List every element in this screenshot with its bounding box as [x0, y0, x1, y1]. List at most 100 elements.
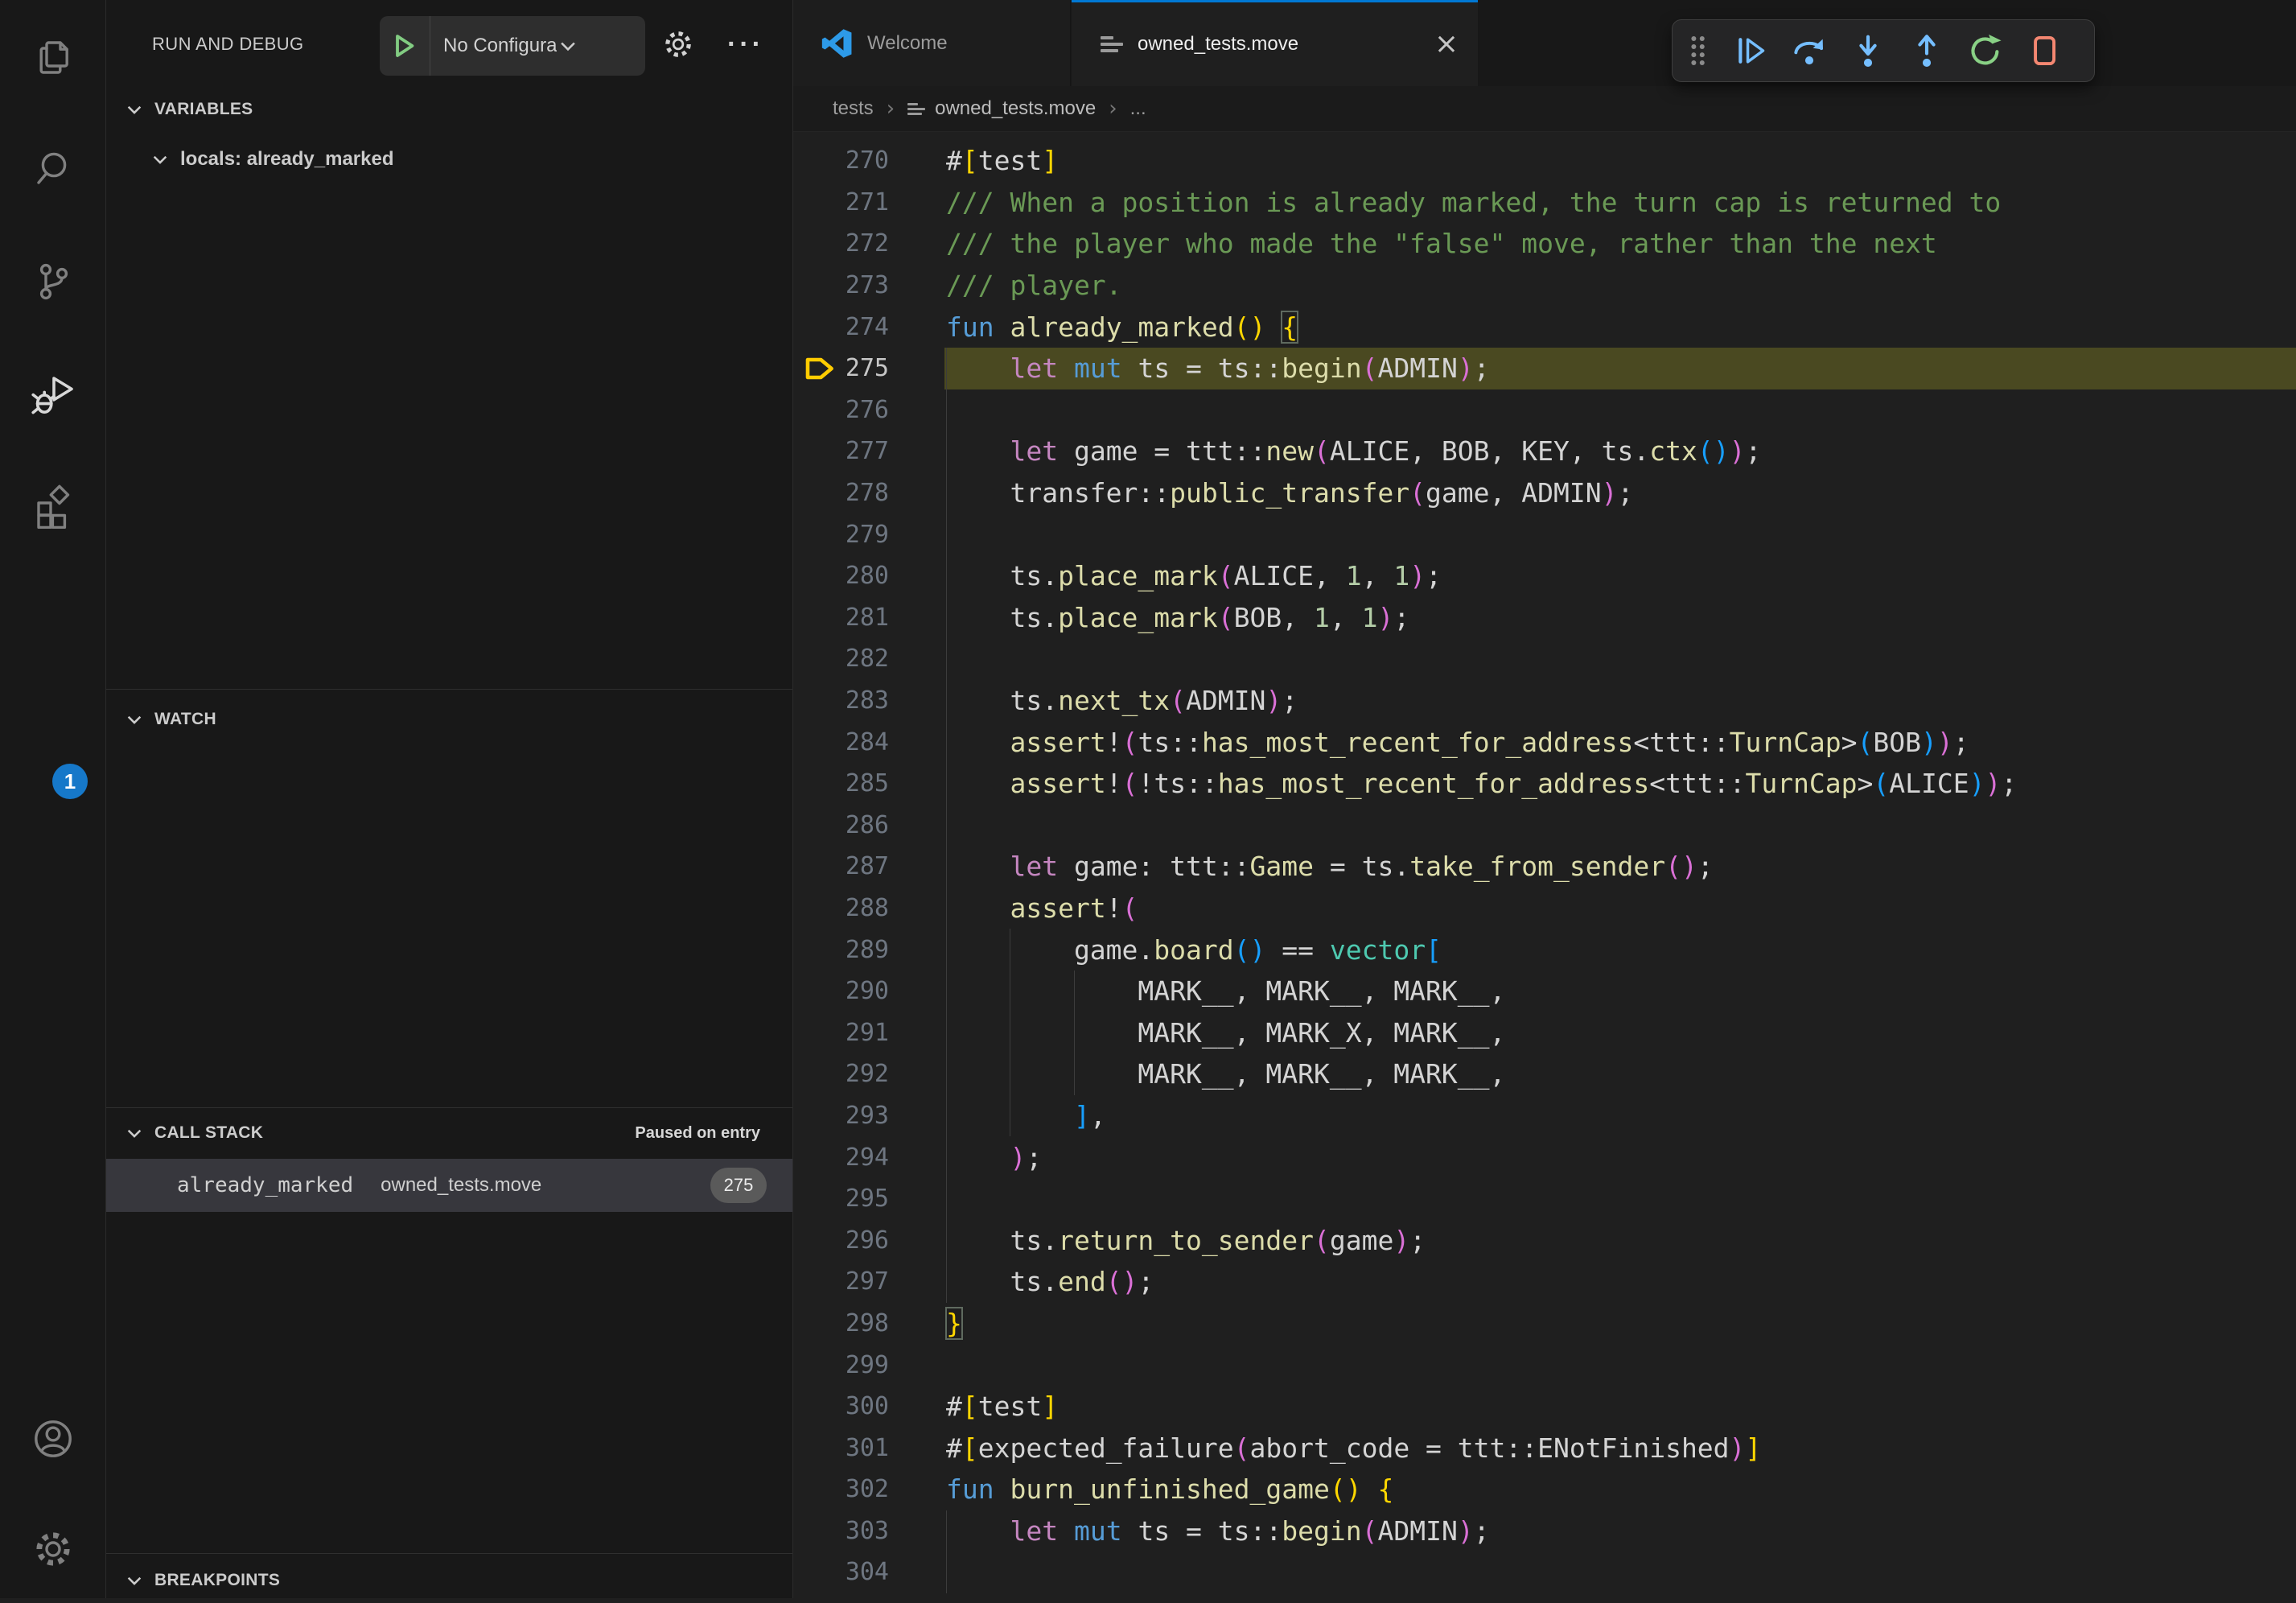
- line-number[interactable]: 276: [793, 389, 889, 431]
- code-line[interactable]: 276: [793, 389, 2296, 431]
- activity-search[interactable]: [0, 146, 105, 192]
- code-line[interactable]: 271/// When a position is already marked…: [793, 182, 2296, 224]
- code-line[interactable]: 290 MARK__, MARK__, MARK__,: [793, 970, 2296, 1012]
- call-stack-frame[interactable]: already_marked owned_tests.move 275: [106, 1159, 792, 1212]
- code-line[interactable]: 286: [793, 805, 2296, 847]
- line-number[interactable]: 270: [793, 140, 889, 182]
- line-number[interactable]: 300: [793, 1386, 889, 1428]
- code-line[interactable]: 282: [793, 638, 2296, 680]
- line-number[interactable]: 301: [793, 1427, 889, 1469]
- line-number[interactable]: 272: [793, 223, 889, 265]
- tab-welcome[interactable]: Welcome: [793, 0, 1071, 86]
- line-number[interactable]: 290: [793, 970, 889, 1012]
- code-line[interactable]: 302fun burn_unfinished_game() {: [793, 1469, 2296, 1510]
- code-line[interactable]: 287 let game: ttt::Game = ts.take_from_s…: [793, 846, 2296, 888]
- section-variables[interactable]: VARIABLES: [106, 87, 792, 132]
- step-out-button[interactable]: [1897, 20, 1956, 81]
- code-line[interactable]: 296 ts.return_to_sender(game);: [793, 1219, 2296, 1261]
- activity-run-debug[interactable]: 1: [0, 373, 105, 418]
- line-number[interactable]: 282: [793, 638, 889, 680]
- code-line[interactable]: 275 let mut ts = ts::begin(ADMIN);: [793, 348, 2296, 389]
- stop-button[interactable]: [2014, 20, 2073, 81]
- line-number[interactable]: 284: [793, 721, 889, 763]
- line-number[interactable]: 298: [793, 1303, 889, 1345]
- configuration-dropdown[interactable]: No Configura: [430, 35, 645, 57]
- code-line[interactable]: 300#[test]: [793, 1386, 2296, 1428]
- close-icon[interactable]: ×: [1434, 30, 1459, 59]
- code-line[interactable]: 281 ts.place_mark(BOB, 1, 1);: [793, 597, 2296, 639]
- breadcrumb-item-file[interactable]: owned_tests.move: [935, 97, 1096, 120]
- debug-settings-button[interactable]: [661, 0, 695, 89]
- code-line[interactable]: 270#[test]: [793, 140, 2296, 182]
- section-breakpoints[interactable]: BREAKPOINTS: [106, 1558, 792, 1603]
- code-line[interactable]: 289 game.board() == vector[: [793, 929, 2296, 970]
- section-watch[interactable]: WATCH: [106, 697, 792, 742]
- code-line[interactable]: 288 assert!(: [793, 888, 2296, 929]
- line-number[interactable]: 285: [793, 763, 889, 805]
- code-line[interactable]: 272/// the player who made the "false" m…: [793, 223, 2296, 265]
- tab-owned-tests-move[interactable]: owned_tests.move ×: [1072, 0, 1478, 86]
- activity-explorer[interactable]: [0, 35, 105, 80]
- code-line[interactable]: 295: [793, 1178, 2296, 1220]
- start-debugging-button[interactable]: [380, 16, 430, 76]
- step-over-button[interactable]: [1780, 20, 1838, 81]
- code-line[interactable]: 278 transfer::public_transfer(game, ADMI…: [793, 472, 2296, 514]
- code-line[interactable]: 277 let game = ttt::new(ALICE, BOB, KEY,…: [793, 431, 2296, 472]
- line-number[interactable]: 304: [793, 1551, 889, 1593]
- line-number[interactable]: 297: [793, 1261, 889, 1303]
- line-number[interactable]: 293: [793, 1095, 889, 1137]
- activity-accounts[interactable]: [0, 1418, 105, 1460]
- code-line[interactable]: 304: [793, 1551, 2296, 1593]
- code-line[interactable]: 291 MARK__, MARK_X, MARK__,: [793, 1012, 2296, 1053]
- line-number[interactable]: 280: [793, 555, 889, 597]
- line-number[interactable]: 303: [793, 1510, 889, 1552]
- restart-button[interactable]: [1956, 20, 2014, 81]
- line-number[interactable]: 291: [793, 1012, 889, 1053]
- line-number[interactable]: 277: [793, 431, 889, 472]
- line-number[interactable]: 274: [793, 306, 889, 348]
- line-number[interactable]: 292: [793, 1053, 889, 1095]
- section-call-stack[interactable]: CALL STACK Paused on entry: [106, 1111, 792, 1156]
- line-number[interactable]: 281: [793, 597, 889, 639]
- breadcrumb-item-folder[interactable]: tests: [833, 97, 874, 120]
- code-line[interactable]: 292 MARK__, MARK__, MARK__,: [793, 1053, 2296, 1095]
- continue-button[interactable]: [1721, 20, 1780, 81]
- code-line[interactable]: 279: [793, 513, 2296, 555]
- step-into-button[interactable]: [1838, 20, 1897, 81]
- line-number[interactable]: 295: [793, 1178, 889, 1220]
- code-line[interactable]: 299: [793, 1344, 2296, 1386]
- line-number[interactable]: 299: [793, 1344, 889, 1386]
- breadcrumb-item-symbol[interactable]: ...: [1130, 97, 1146, 120]
- variables-scope-locals[interactable]: locals: already_marked: [106, 138, 792, 180]
- code-line[interactable]: 283 ts.next_tx(ADMIN);: [793, 680, 2296, 722]
- code-line[interactable]: 294 );: [793, 1136, 2296, 1178]
- code-line[interactable]: 285 assert!(!ts::has_most_recent_for_add…: [793, 763, 2296, 805]
- code-line[interactable]: 280 ts.place_mark(ALICE, 1, 1);: [793, 555, 2296, 597]
- code-line[interactable]: 273/// player.: [793, 265, 2296, 307]
- line-number[interactable]: 289: [793, 929, 889, 970]
- code-line[interactable]: 284 assert!(ts::has_most_recent_for_addr…: [793, 721, 2296, 763]
- line-number[interactable]: 287: [793, 846, 889, 888]
- activity-settings[interactable]: [0, 1528, 105, 1570]
- line-number[interactable]: 279: [793, 513, 889, 555]
- line-number[interactable]: 283: [793, 680, 889, 722]
- code-editor[interactable]: 270#[test]271/// When a position is alre…: [793, 132, 2296, 1598]
- line-number[interactable]: 271: [793, 182, 889, 224]
- line-number[interactable]: 288: [793, 888, 889, 929]
- views-more-actions-button[interactable]: ···: [727, 0, 764, 89]
- line-number[interactable]: 296: [793, 1219, 889, 1261]
- code-line[interactable]: 303 let mut ts = ts::begin(ADMIN);: [793, 1510, 2296, 1552]
- code-line[interactable]: 293 ],: [793, 1095, 2296, 1137]
- toolbar-drag-handle[interactable]: [1674, 20, 1721, 81]
- activity-extensions[interactable]: [0, 484, 105, 529]
- code-line[interactable]: 298}: [793, 1303, 2296, 1345]
- line-number[interactable]: 294: [793, 1136, 889, 1178]
- activity-source-control[interactable]: [0, 259, 105, 304]
- code-line[interactable]: 274fun already_marked() {: [793, 306, 2296, 348]
- line-number[interactable]: 273: [793, 265, 889, 307]
- code-line[interactable]: 297 ts.end();: [793, 1261, 2296, 1303]
- line-number[interactable]: 286: [793, 805, 889, 847]
- code-line[interactable]: 301#[expected_failure(abort_code = ttt::…: [793, 1427, 2296, 1469]
- line-number[interactable]: 302: [793, 1469, 889, 1510]
- line-number[interactable]: 278: [793, 472, 889, 514]
